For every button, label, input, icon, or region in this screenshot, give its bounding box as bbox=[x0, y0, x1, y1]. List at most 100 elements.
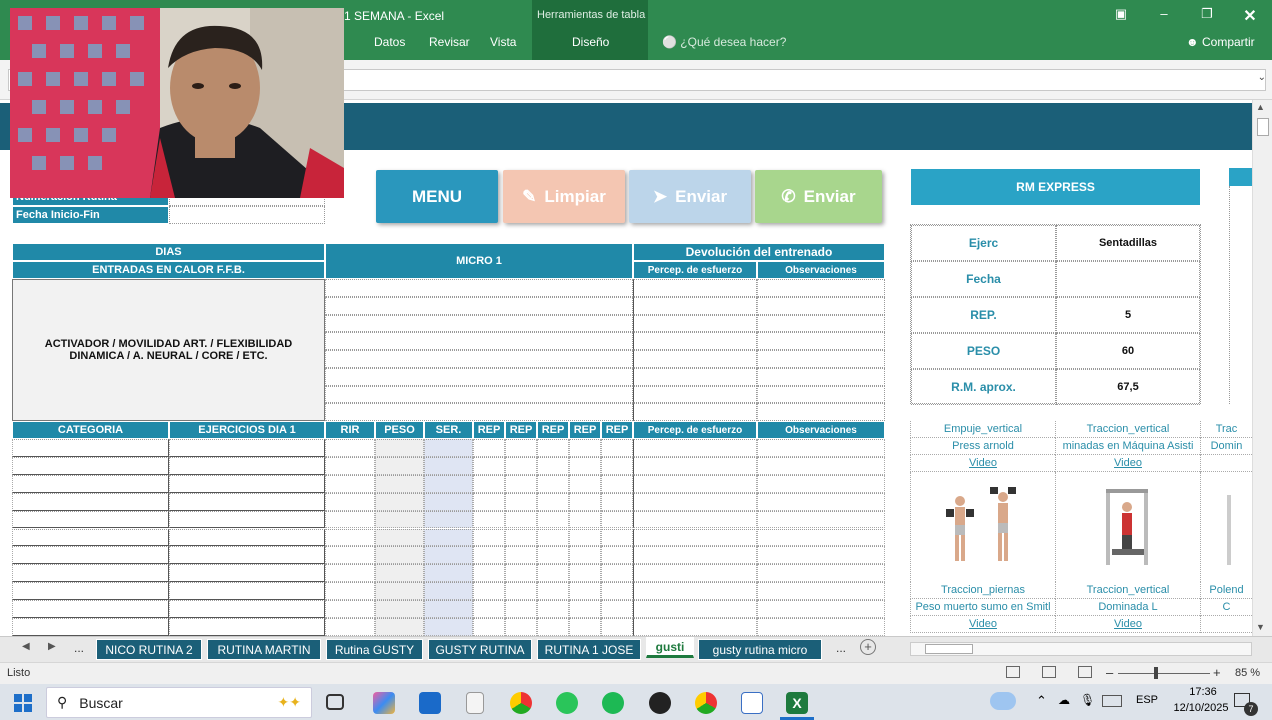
exercise-cell[interactable] bbox=[569, 492, 601, 511]
rm-value[interactable]: 60 bbox=[1056, 333, 1200, 369]
exercise-cell[interactable] bbox=[601, 510, 633, 529]
exercise-cell[interactable] bbox=[424, 582, 473, 601]
exercise-cell[interactable] bbox=[601, 600, 633, 618]
exercise-cell[interactable] bbox=[375, 474, 424, 493]
exercise-cell[interactable] bbox=[473, 510, 505, 529]
exercise-cell[interactable] bbox=[375, 618, 424, 636]
exercise-cell[interactable] bbox=[505, 546, 537, 565]
exercise-cell[interactable] bbox=[375, 456, 424, 475]
exercise-cell[interactable] bbox=[601, 492, 633, 511]
exercise-cell[interactable] bbox=[505, 456, 537, 475]
exercise-cell[interactable] bbox=[424, 600, 473, 618]
exercise-cell[interactable] bbox=[757, 510, 885, 529]
exercise-cell[interactable] bbox=[537, 618, 569, 636]
exercise-cell[interactable] bbox=[757, 618, 885, 636]
exercise-cell[interactable] bbox=[569, 528, 601, 547]
warmup-cell[interactable] bbox=[325, 367, 633, 386]
warmup-cell[interactable] bbox=[757, 403, 885, 421]
language-indicator[interactable]: ESP bbox=[1136, 694, 1158, 706]
exercise-cell[interactable] bbox=[169, 564, 325, 583]
chrome-icon[interactable] bbox=[510, 692, 532, 714]
page-break-icon[interactable] bbox=[1078, 666, 1092, 678]
whatsapp-taskbar-icon[interactable] bbox=[556, 692, 578, 714]
hscroll-thumb[interactable] bbox=[925, 644, 973, 654]
exercise-cell[interactable] bbox=[12, 618, 169, 636]
exercise-cell[interactable] bbox=[757, 546, 885, 565]
warmup-cell[interactable] bbox=[325, 403, 633, 421]
exercise-cell[interactable] bbox=[424, 528, 473, 547]
exercise-cell[interactable] bbox=[424, 474, 473, 493]
exercise-cell[interactable] bbox=[169, 492, 325, 511]
taskbar-search[interactable]: ⚲ Buscar ✦✦ bbox=[46, 687, 312, 718]
exercise-cell[interactable] bbox=[325, 564, 375, 583]
exercise-cell[interactable] bbox=[375, 439, 424, 457]
exercise-cell[interactable] bbox=[473, 456, 505, 475]
tab-vista[interactable]: Vista bbox=[490, 35, 516, 49]
close-icon[interactable]: ✕ bbox=[1239, 6, 1261, 25]
exercise-cell[interactable] bbox=[633, 618, 757, 636]
exercise-cell[interactable] bbox=[633, 582, 757, 601]
exercise-cell[interactable] bbox=[473, 618, 505, 636]
exercise-cell[interactable] bbox=[537, 564, 569, 583]
exercise-cell[interactable] bbox=[569, 564, 601, 583]
exercise-cell[interactable] bbox=[505, 492, 537, 511]
zoom-level[interactable]: 85 % bbox=[1235, 667, 1260, 679]
exercise-cell[interactable] bbox=[325, 439, 375, 457]
exercise-cell[interactable] bbox=[537, 528, 569, 547]
fecha-value[interactable] bbox=[169, 206, 325, 224]
exercise-cell[interactable] bbox=[757, 474, 885, 493]
exercise-cell[interactable] bbox=[169, 510, 325, 529]
exercise-cell[interactable] bbox=[169, 546, 325, 565]
scroll-down-icon[interactable]: ▼ bbox=[1256, 622, 1265, 632]
exercise-cell[interactable] bbox=[424, 439, 473, 457]
exercise-cell[interactable] bbox=[473, 439, 505, 457]
exercise-cell[interactable] bbox=[537, 510, 569, 529]
exercise-cell[interactable] bbox=[169, 618, 325, 636]
exercise-cell[interactable] bbox=[325, 546, 375, 565]
warmup-cell[interactable] bbox=[633, 279, 757, 297]
exercise-cell[interactable] bbox=[569, 474, 601, 493]
warmup-cell[interactable] bbox=[757, 332, 885, 350]
warmup-cell[interactable] bbox=[757, 350, 885, 368]
exercise-cell[interactable] bbox=[601, 456, 633, 475]
exercise-cell[interactable] bbox=[473, 582, 505, 601]
keyboard-icon[interactable] bbox=[1102, 695, 1122, 707]
exercise-cell[interactable] bbox=[601, 546, 633, 565]
zoom-thumb[interactable] bbox=[1154, 667, 1158, 679]
exercise-cell[interactable] bbox=[757, 582, 885, 601]
exercise-cell[interactable] bbox=[633, 492, 757, 511]
exercise-video-link[interactable]: Video bbox=[910, 455, 1055, 472]
send-telegram-button[interactable]: ➤ Enviar bbox=[629, 170, 751, 223]
scroll-up-icon[interactable]: ▲ bbox=[1256, 102, 1265, 112]
exercise-cell[interactable] bbox=[169, 528, 325, 547]
next-sheet-icon[interactable]: ▶ bbox=[48, 641, 56, 652]
notepad-icon[interactable] bbox=[741, 692, 763, 714]
exercise-cell[interactable] bbox=[325, 456, 375, 475]
exercise-cell[interactable] bbox=[375, 564, 424, 583]
exercise-cell[interactable] bbox=[601, 564, 633, 583]
exercise-cell[interactable] bbox=[757, 492, 885, 511]
sheet-tab-gusty-rutina[interactable]: GUSTY RUTINA bbox=[428, 639, 532, 660]
rm-value[interactable] bbox=[1056, 261, 1200, 297]
exercise-cell[interactable] bbox=[505, 582, 537, 601]
expand-formula-icon[interactable]: ⌄ bbox=[1258, 72, 1266, 83]
exercise-cell[interactable] bbox=[424, 510, 473, 529]
exercise-cell[interactable] bbox=[633, 564, 757, 583]
warmup-cell[interactable] bbox=[633, 350, 757, 368]
exercise-cell[interactable] bbox=[633, 439, 757, 457]
exercise-cell[interactable] bbox=[375, 528, 424, 547]
warmup-cell[interactable] bbox=[633, 332, 757, 350]
exercise-cell[interactable] bbox=[633, 456, 757, 475]
exercise-cell[interactable] bbox=[375, 546, 424, 565]
send-whatsapp-button[interactable]: ✆ Enviar bbox=[755, 170, 882, 223]
horizontal-scrollbar[interactable] bbox=[910, 642, 1252, 656]
warmup-cell[interactable] bbox=[757, 296, 885, 315]
exercise-cell[interactable] bbox=[325, 528, 375, 547]
warmup-cell[interactable] bbox=[633, 367, 757, 386]
restore-icon[interactable]: ❐ bbox=[1196, 6, 1218, 24]
exercise-cell[interactable] bbox=[375, 510, 424, 529]
exercise-cell[interactable] bbox=[537, 492, 569, 511]
exercise-cell[interactable] bbox=[757, 564, 885, 583]
warmup-cell[interactable] bbox=[633, 296, 757, 315]
exercise-cell[interactable] bbox=[569, 439, 601, 457]
